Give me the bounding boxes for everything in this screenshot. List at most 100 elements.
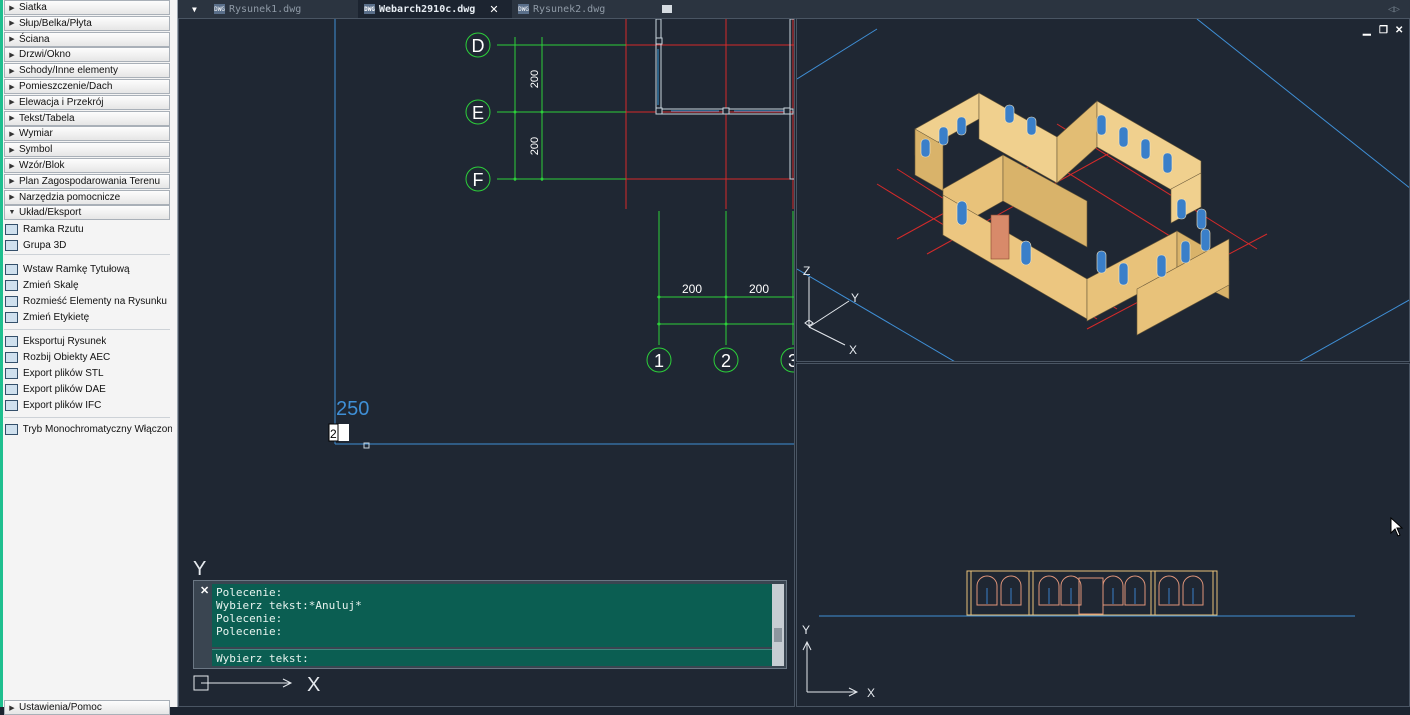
category-label: Pomieszczenie/Dach (19, 81, 113, 92)
tool-item[interactable]: Grupa 3D (4, 237, 172, 253)
grid-bubble-label: E (472, 103, 484, 123)
tab-list-dropdown-icon[interactable]: ▼ (192, 0, 198, 18)
isometric-model: Z Y X (797, 19, 1409, 361)
tool-label: Wstaw Ramkę Tytułową (23, 263, 130, 275)
category-settings-help[interactable]: ▶ Ustawienia/Pomoc (4, 700, 170, 715)
tool-item[interactable]: Export plików IFC (4, 397, 172, 413)
tool-item[interactable]: Export plików STL (4, 365, 172, 381)
axis-x-label: X (867, 686, 875, 700)
tool-item[interactable]: Rozbij Obiekty AEC (4, 349, 172, 365)
tool-label: Export plików IFC (23, 399, 102, 411)
expand-arrow-icon: ▶ (9, 115, 15, 123)
command-input[interactable]: Wybierz tekst: (212, 649, 772, 666)
tool-item[interactable]: Zmień Skalę (4, 277, 172, 293)
category-label: Symbol (19, 144, 53, 156)
tool-item[interactable]: Ramka Rzutu (4, 221, 172, 237)
expand-arrow-icon: ▶ (9, 99, 15, 107)
category-label: Drzwi/Okno (19, 49, 71, 61)
command-line: Wybierz tekst:*Anuluj* (216, 599, 362, 612)
expand-arrow-icon: ▶ (9, 36, 15, 44)
grid-bubble-label: D (472, 36, 485, 56)
category-label: Narzędzia pomocnicze (19, 191, 121, 203)
separator (4, 417, 170, 418)
tool-item[interactable]: Export plików DAE (4, 381, 172, 397)
document-tab-bar: ▼ DWG Rysunek1.dwg DWG Webarch2910c.dwg … (178, 0, 1410, 19)
explode-icon (5, 351, 18, 363)
tool-item[interactable]: Zmień Etykietę (4, 309, 172, 325)
ucs-y-label: Y (193, 558, 206, 580)
grid-bubble-label: 1 (654, 351, 664, 371)
axis-x-label: X (849, 343, 857, 357)
door-shape (990, 214, 1010, 260)
category-label: Wzór/Blok (19, 160, 65, 171)
close-tab-icon[interactable]: ✕ (489, 3, 498, 16)
category-label: Plan Zagospodarowania Terenu (19, 175, 161, 187)
category-12[interactable]: ▶ Narzędzia pomocnicze (4, 189, 170, 205)
expand-arrow-icon: ▶ (9, 194, 15, 202)
axis-y-label: Y (851, 291, 859, 305)
elevation-viewport[interactable]: Y X (796, 363, 1410, 707)
stl-icon (5, 367, 18, 379)
collapse-arrow-icon: ▼ (8, 209, 16, 217)
category-8[interactable]: ▶ Wymiar (4, 126, 170, 142)
separator (4, 254, 170, 255)
tab-label: Webarch2910c.dwg (379, 3, 476, 15)
tab-label: Rysunek2.dwg (533, 3, 606, 15)
tab-webarch2910c[interactable]: DWG Webarch2910c.dwg ✕ (358, 0, 512, 18)
category-2[interactable]: ▶ Ściana (4, 31, 170, 47)
title-frame-icon (5, 263, 18, 275)
axis-y-label: Y (802, 623, 810, 637)
tool-item[interactable]: Wstaw Ramkę Tytułową (4, 261, 172, 277)
command-scrollbar[interactable] (772, 584, 784, 666)
expand-arrow-icon: ▶ (9, 67, 15, 75)
tool-label: Eksportuj Rysunek (23, 335, 107, 347)
dimension-text: 200 (529, 70, 541, 88)
restore-viewport-icon[interactable]: ❐ (1379, 25, 1388, 36)
category-4[interactable]: ▶ Schody/Inne elementy (4, 63, 170, 79)
tab-rysunek1[interactable]: DWG Rysunek1.dwg (208, 0, 356, 18)
dimension-text: 200 (749, 282, 769, 296)
isometric-viewport[interactable]: ▁ ❐ ✕ Z Y X (796, 18, 1410, 362)
category-label: Ustawienia/Pomoc (19, 702, 102, 713)
axis-z-label: Z (803, 264, 810, 278)
dwg-file-icon: DWG (364, 4, 375, 14)
mouse-cursor-icon (1390, 517, 1404, 537)
category-3[interactable]: ▶ Drzwi/Okno (4, 47, 170, 63)
ifc-icon (5, 399, 18, 411)
category-0[interactable]: ▶ Siatka (4, 0, 170, 15)
category-label: Ściana (19, 33, 50, 45)
minimize-viewport-icon[interactable]: ▁ (1363, 25, 1371, 36)
category-label: Elewacja i Przekrój (19, 96, 104, 108)
scrollbar-thumb[interactable] (774, 628, 782, 642)
category-7[interactable]: ▶ Tekst/Tabela (4, 110, 170, 126)
scale-icon (5, 279, 18, 291)
category-10[interactable]: ▶ Wzór/Blok (4, 158, 170, 173)
category-9[interactable]: ▶ Symbol (4, 142, 170, 158)
close-icon[interactable]: ✕ (200, 584, 209, 597)
text-edit-value: 2 (330, 427, 337, 441)
new-tab-icon[interactable] (662, 0, 676, 18)
close-viewport-icon[interactable]: ✕ (1395, 25, 1403, 36)
expand-arrow-icon: ▶ (9, 20, 15, 28)
expand-arrow-icon: ▶ (9, 51, 15, 59)
frame-icon (5, 223, 18, 235)
tab-scroll-arrows-icon[interactable]: ◁▷ (1388, 0, 1408, 18)
expand-arrow-icon: ▶ (9, 162, 15, 170)
tool-label: Rozbij Obiekty AEC (23, 351, 111, 363)
tool-item[interactable]: Tryb Monochromatyczny Włączony (4, 421, 172, 437)
category-6[interactable]: ▶ Elewacja i Przekrój (4, 94, 170, 110)
tool-item[interactable]: Rozmieść Elementy na Rysunku (4, 293, 172, 309)
tab-rysunek2[interactable]: DWG Rysunek2.dwg (512, 0, 660, 18)
palette-accent-bar (0, 0, 3, 707)
grid-bubble-label: 2 (721, 351, 731, 371)
category-1[interactable]: ▶ Słup/Belka/Płyta (4, 15, 170, 31)
command-line: Polecenie: (216, 625, 283, 638)
tool-item[interactable]: Eksportuj Rysunek (4, 333, 172, 349)
category-11[interactable]: ▶ Plan Zagospodarowania Terenu (4, 173, 170, 189)
command-line: Polecenie: (216, 586, 283, 599)
category-5[interactable]: ▶ Pomieszczenie/Dach (4, 79, 170, 94)
command-window[interactable]: ✕ Polecenie: Wybierz tekst:*Anuluj* Pole… (193, 580, 787, 669)
dimension-text: 200 (529, 137, 541, 155)
expand-arrow-icon: ▶ (9, 178, 15, 186)
category-13[interactable]: ▼ Układ/Eksport (4, 205, 170, 221)
